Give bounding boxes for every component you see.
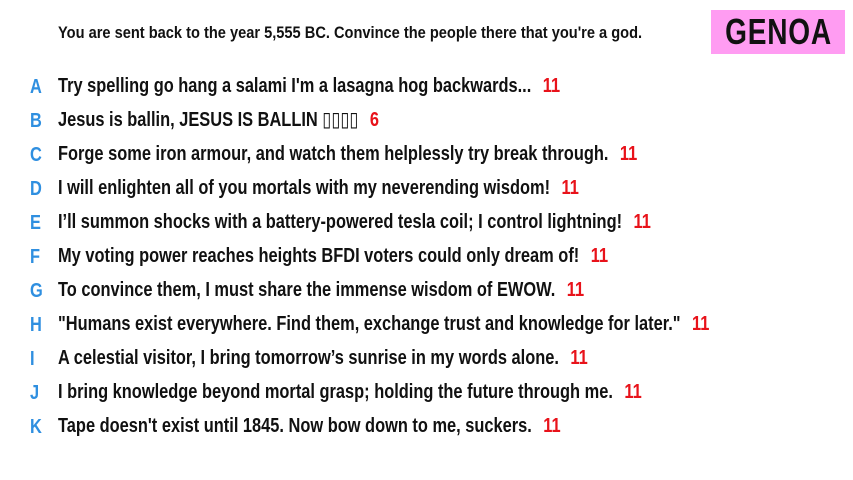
response-letter: F (30, 246, 41, 268)
response-text: I will enlighten all of you mortals with… (58, 177, 551, 199)
response-text: Forge some iron armour, and watch them h… (58, 143, 609, 165)
response-body: Forge some iron armour, and watch them h… (58, 137, 637, 173)
response-score: 11 (542, 75, 561, 97)
response-row: H "Humans exist everywhere. Find them, e… (0, 308, 853, 342)
response-text: My voting power reaches heights BFDI vot… (58, 245, 580, 267)
response-row: A Try spelling go hang a salami I'm a la… (0, 70, 853, 104)
response-body: Jesus is ballin, JESUS IS BALLIN ▯▯▯▯ 6 (58, 103, 379, 139)
response-text: To convince them, I must share the immen… (58, 279, 556, 301)
response-score: 11 (619, 143, 638, 165)
response-letter: K (30, 416, 42, 438)
response-list: A Try spelling go hang a salami I'm a la… (0, 70, 853, 444)
response-letter: H (30, 314, 42, 336)
response-score: 11 (692, 313, 710, 335)
response-score: 11 (543, 415, 561, 437)
response-row: G To convince them, I must share the imm… (0, 274, 853, 308)
response-text: Tape doesn't exist until 1845. Now bow d… (58, 415, 532, 437)
response-body: To convince them, I must share the immen… (58, 273, 584, 309)
response-body: I bring knowledge beyond mortal grasp; h… (58, 375, 642, 411)
response-text: A celestial visitor, I bring tomorrow’s … (58, 347, 559, 369)
response-body: My voting power reaches heights BFDI vot… (58, 239, 608, 275)
response-score: 11 (561, 177, 579, 199)
response-text: "Humans exist everywhere. Find them, exc… (58, 313, 681, 335)
response-text: Try spelling go hang a salami I'm a lasa… (58, 75, 532, 97)
response-row: C Forge some iron armour, and watch them… (0, 138, 853, 172)
response-body: "Humans exist everywhere. Find them, exc… (58, 307, 709, 343)
response-row: B Jesus is ballin, JESUS IS BALLIN ▯▯▯▯ 6 (0, 104, 853, 138)
response-letter: E (30, 212, 41, 234)
response-letter: C (30, 144, 42, 166)
response-body: Try spelling go hang a salami I'm a lasa… (58, 69, 560, 105)
response-letter: J (30, 382, 40, 404)
response-score: 11 (633, 211, 651, 233)
title-text: GENOA (724, 11, 832, 52)
response-letter: A (30, 76, 42, 98)
response-text: I bring knowledge beyond mortal grasp; h… (58, 381, 613, 403)
response-row: I A celestial visitor, I bring tomorrow’… (0, 342, 853, 376)
response-text: I’ll summon shocks with a battery-powere… (58, 211, 623, 233)
response-letter: I (30, 348, 35, 370)
response-body: I’ll summon shocks with a battery-powere… (58, 205, 651, 241)
prompt-text: You are sent back to the year 5,555 BC. … (58, 23, 643, 42)
response-score: 6 (369, 109, 380, 131)
response-body: Tape doesn't exist until 1845. Now bow d… (58, 409, 561, 445)
response-body: I will enlighten all of you mortals with… (58, 171, 579, 207)
response-score: 11 (624, 381, 642, 403)
response-letter: D (30, 178, 42, 200)
response-row: D I will enlighten all of you mortals wi… (0, 172, 853, 206)
response-text: Jesus is ballin, JESUS IS BALLIN ▯▯▯▯ (58, 109, 359, 131)
response-score: 11 (590, 245, 609, 267)
response-body: A celestial visitor, I bring tomorrow’s … (58, 341, 588, 377)
response-row: J I bring knowledge beyond mortal grasp;… (0, 376, 853, 410)
response-score: 11 (570, 347, 588, 369)
response-row: F My voting power reaches heights BFDI v… (0, 240, 853, 274)
response-row: K Tape doesn't exist until 1845. Now bow… (0, 410, 853, 444)
response-letter: G (30, 280, 43, 302)
title-badge: GENOA (711, 10, 845, 54)
response-row: E I’ll summon shocks with a battery-powe… (0, 206, 853, 240)
response-letter: B (30, 110, 42, 132)
response-score: 11 (566, 279, 585, 301)
